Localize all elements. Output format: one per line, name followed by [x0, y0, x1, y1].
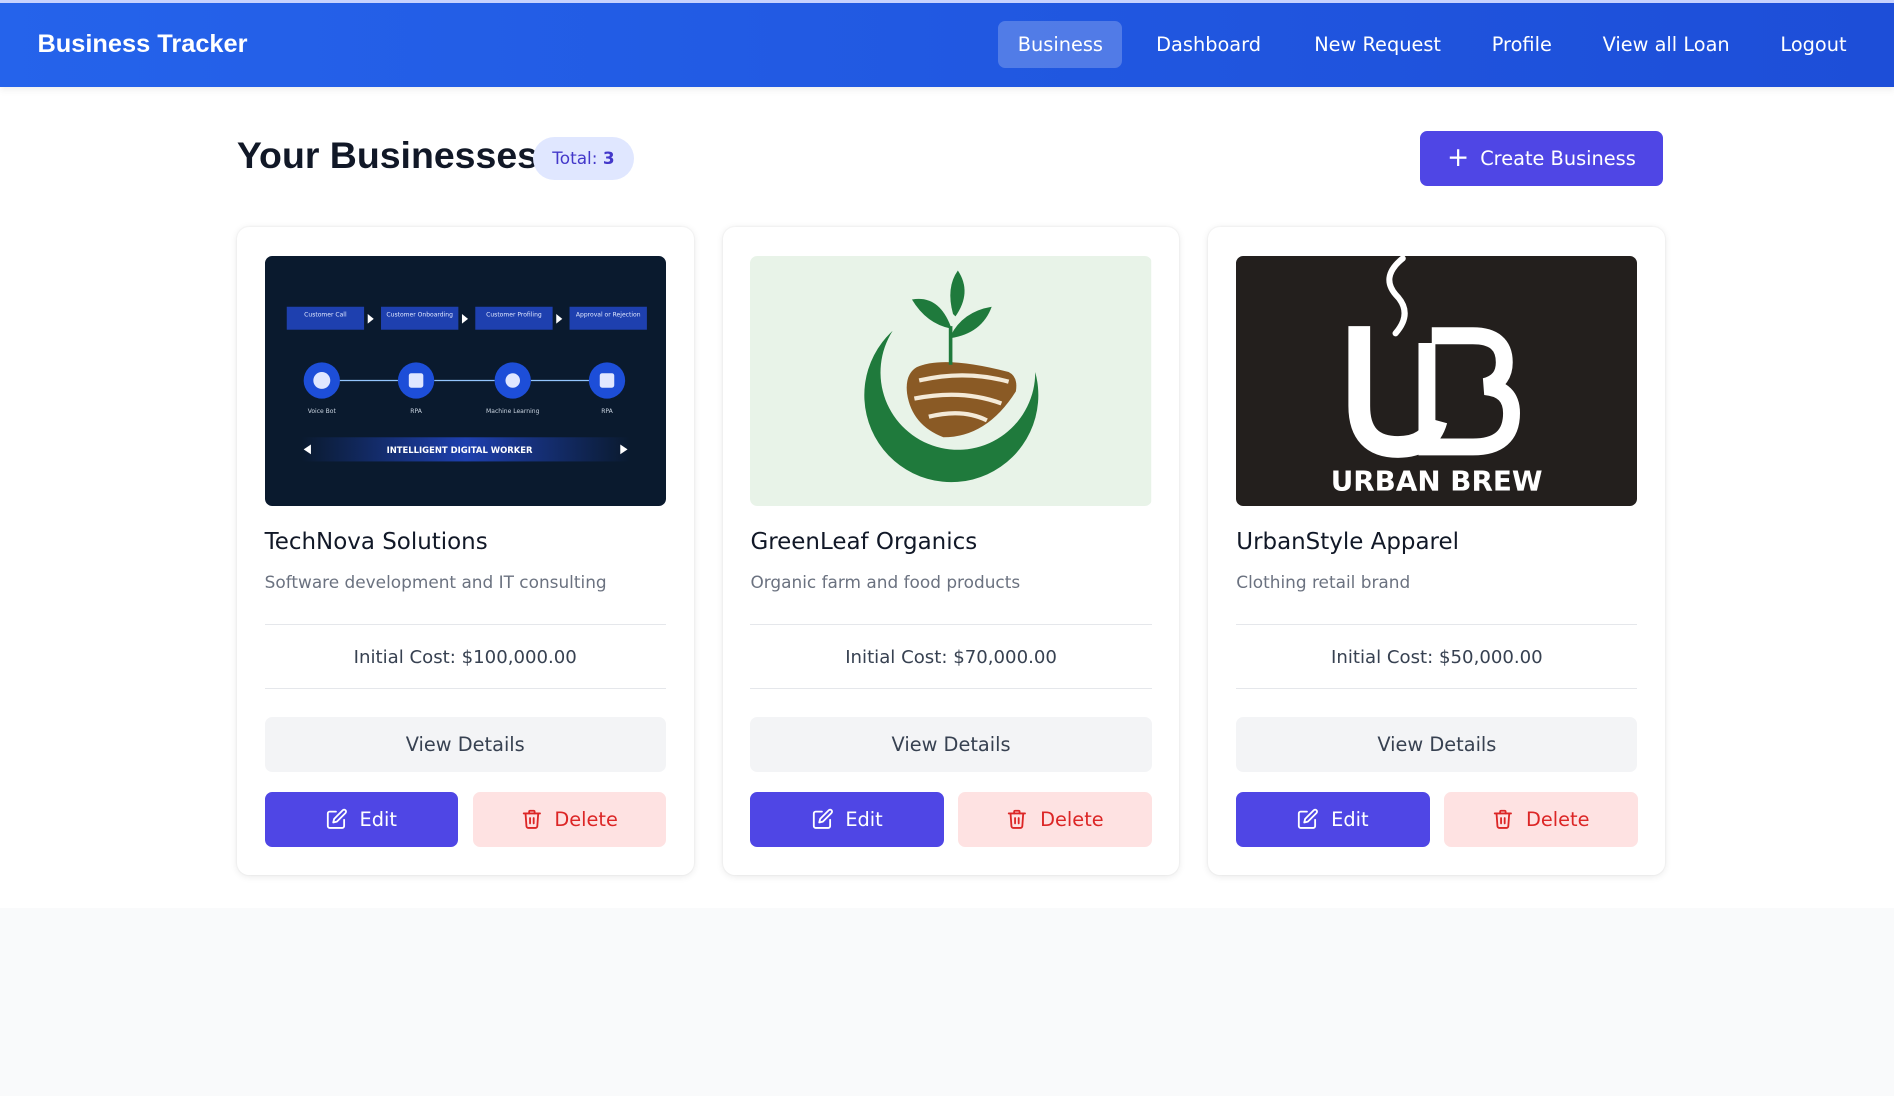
- logo-text: URBAN BREW: [1331, 465, 1543, 498]
- business-initial-cost: Initial Cost: $100,000.00: [264, 623, 666, 689]
- view-details-button[interactable]: View Details: [1236, 716, 1638, 773]
- business-description: Clothing retail brand: [1236, 571, 1411, 592]
- banner-label: INTELLIGENT DIGITAL WORKER: [386, 445, 532, 455]
- delete-button[interactable]: Delete: [958, 791, 1152, 848]
- edit-label: Edit: [359, 807, 397, 831]
- delete-button[interactable]: Delete: [472, 791, 666, 848]
- business-name: GreenLeaf Organics: [750, 529, 978, 556]
- edit-icon: [812, 808, 834, 830]
- delete-label: Delete: [554, 807, 618, 831]
- business-card: GreenLeaf Organics Organic farm and food…: [722, 227, 1180, 875]
- delete-button[interactable]: Delete: [1444, 791, 1638, 848]
- business-description: Software development and IT consulting: [264, 571, 607, 592]
- business-card: URBAN BREW UrbanStyle Apparel Clothing r…: [1208, 227, 1666, 875]
- view-details-button[interactable]: View Details: [264, 716, 666, 773]
- nav-business[interactable]: Business: [998, 21, 1123, 69]
- create-business-label: Create Business: [1480, 146, 1636, 170]
- business-name: TechNova Solutions: [264, 529, 488, 556]
- trash-icon: [1492, 808, 1514, 830]
- node-label: RPA: [410, 408, 422, 415]
- urban-brew-logo-image: URBAN BREW: [1236, 256, 1638, 507]
- node-label: Machine Learning: [486, 408, 540, 415]
- greenleaf-logo-image: [750, 256, 1152, 507]
- node-label: RPA: [601, 408, 613, 415]
- edit-button[interactable]: Edit: [750, 791, 944, 848]
- edit-label: Edit: [1331, 807, 1369, 831]
- total-badge: Total: 3: [532, 136, 634, 181]
- nav-dashboard[interactable]: Dashboard: [1137, 21, 1281, 68]
- page-header: Your Businesses Total: 3 + Create Busine…: [236, 130, 1663, 189]
- nav-profile[interactable]: Profile: [1472, 21, 1571, 68]
- business-image: [750, 256, 1152, 507]
- nav-view-all-loan[interactable]: View all Loan: [1583, 21, 1749, 68]
- business-card-list: Customer Call Customer Onboarding Custom…: [236, 227, 1666, 875]
- business-description: Organic farm and food products: [750, 571, 1021, 592]
- business-name: UrbanStyle Apparel: [1236, 529, 1459, 556]
- page-title: Your Businesses: [236, 134, 538, 177]
- trash-icon: [521, 808, 543, 830]
- business-initial-cost: Initial Cost: $70,000.00: [750, 623, 1152, 689]
- create-business-button[interactable]: + Create Business: [1419, 130, 1663, 187]
- trash-icon: [1006, 808, 1028, 830]
- top-navbar: Business Tracker Business Dashboard New …: [0, 0, 1894, 87]
- view-details-button[interactable]: View Details: [750, 716, 1152, 773]
- step-label: Customer Call: [304, 312, 347, 319]
- step-label: Approval or Rejection: [576, 312, 641, 319]
- business-image: URBAN BREW: [1236, 256, 1638, 507]
- step-label: Customer Onboarding: [386, 312, 453, 319]
- nav-new-request[interactable]: New Request: [1295, 21, 1460, 68]
- delete-label: Delete: [1525, 807, 1590, 831]
- total-count: 3: [602, 147, 615, 168]
- node-label: Voice Bot: [307, 408, 336, 415]
- page: Business Tracker Business Dashboard New …: [0, 0, 1894, 908]
- technova-diagram-image: Customer Call Customer Onboarding Custom…: [264, 256, 666, 507]
- nav-links: Business Dashboard New Request Profile V…: [998, 21, 1866, 69]
- edit-button[interactable]: Edit: [264, 791, 458, 848]
- plus-icon: +: [1447, 142, 1470, 173]
- total-label: Total:: [552, 147, 598, 168]
- step-label: Customer Profiling: [486, 312, 542, 319]
- delete-label: Delete: [1040, 807, 1104, 831]
- business-card: Customer Call Customer Onboarding Custom…: [236, 227, 694, 875]
- app-brand[interactable]: Business Tracker: [37, 30, 247, 59]
- business-initial-cost: Initial Cost: $50,000.00: [1236, 623, 1638, 689]
- edit-icon: [1297, 808, 1319, 830]
- business-image: Customer Call Customer Onboarding Custom…: [264, 256, 666, 507]
- edit-label: Edit: [845, 807, 883, 831]
- edit-icon: [326, 808, 348, 830]
- edit-button[interactable]: Edit: [1236, 791, 1430, 848]
- nav-logout[interactable]: Logout: [1761, 21, 1866, 68]
